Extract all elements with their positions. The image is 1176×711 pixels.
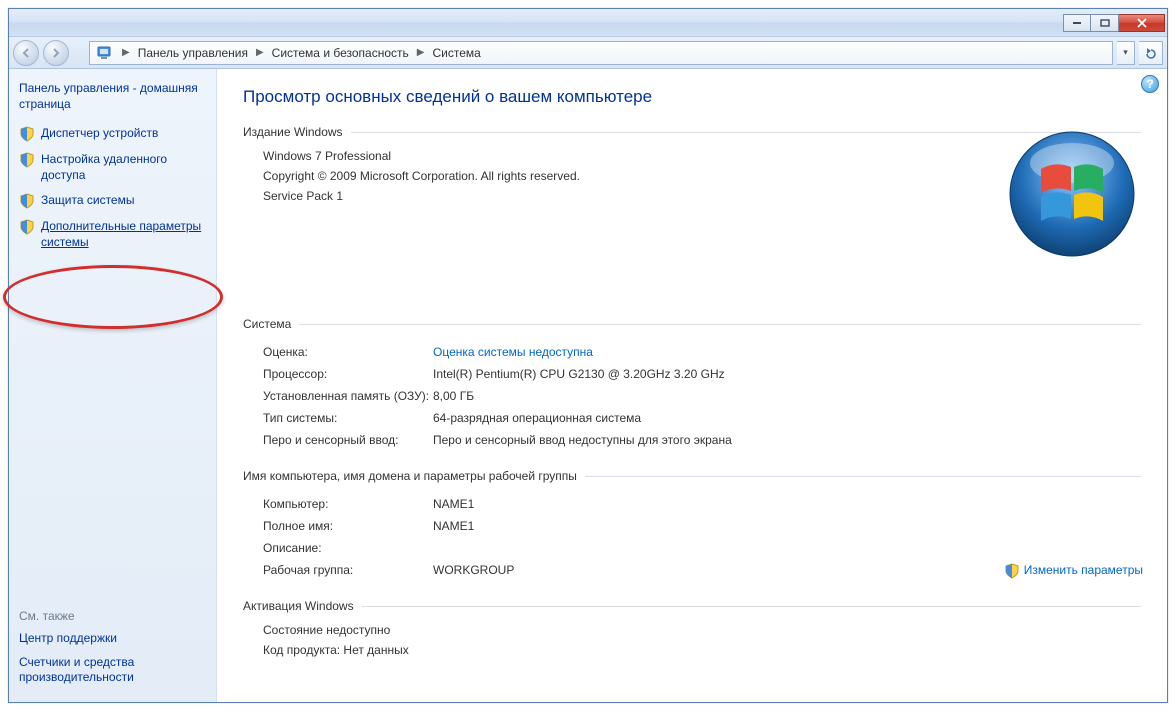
- breadcrumb-segment[interactable]: Система и безопасность: [268, 46, 413, 60]
- shield-icon: [19, 193, 35, 209]
- divider: [299, 324, 1141, 325]
- breadcrumb-segment[interactable]: Панель управления: [134, 46, 252, 60]
- breadcrumb-segment[interactable]: Система: [428, 46, 484, 60]
- value: NAME1: [433, 497, 1141, 511]
- sidebar-see-also: См. также Центр поддержки Счетчики и сре…: [19, 601, 206, 694]
- shield-icon: [19, 152, 35, 168]
- label: Процессор:: [263, 367, 433, 381]
- section-label: Система: [243, 317, 291, 331]
- row-rating: Оценка: Оценка системы недоступна: [243, 341, 1141, 363]
- divider: [362, 606, 1141, 607]
- control-panel-home-link[interactable]: Панель управления - домашняя страница: [19, 81, 206, 112]
- shield-icon: [19, 126, 35, 142]
- titlebar: [9, 9, 1167, 37]
- value: Перо и сенсорный ввод недоступны для это…: [433, 433, 1141, 447]
- control-panel-window: ▶ Панель управления ▶ Система и безопасн…: [8, 8, 1168, 703]
- activation-state: Состояние недоступно: [243, 623, 1141, 637]
- row-description: Описание:: [243, 537, 1141, 559]
- sidebar-item-device-manager[interactable]: Диспетчер устройств: [19, 126, 206, 142]
- section-label: Имя компьютера, имя домена и параметры р…: [243, 469, 577, 483]
- sidebar-item-system-protection[interactable]: Защита системы: [19, 193, 206, 209]
- chevron-right-icon: ▶: [252, 47, 268, 58]
- change-settings-link[interactable]: Изменить параметры: [1004, 563, 1143, 579]
- rating-link[interactable]: Оценка системы недоступна: [433, 345, 593, 359]
- section-system: Система: [243, 317, 1141, 331]
- breadcrumb[interactable]: ▶ Панель управления ▶ Система и безопасн…: [89, 41, 1113, 65]
- sidebar-item-advanced-system-settings[interactable]: Дополнительные параметры системы: [19, 219, 206, 250]
- address-bar-row: ▶ Панель управления ▶ Система и безопасн…: [9, 37, 1167, 69]
- shield-icon: [19, 219, 35, 235]
- address-dropdown-button[interactable]: ▾: [1117, 41, 1135, 65]
- row-pen-touch: Перо и сенсорный ввод: Перо и сенсорный …: [243, 429, 1141, 451]
- label: Описание:: [263, 541, 433, 555]
- value: [433, 541, 1141, 555]
- sidebar-link[interactable]: Диспетчер устройств: [41, 126, 158, 142]
- row-full-name: Полное имя: NAME1: [243, 515, 1141, 537]
- help-icon[interactable]: ?: [1141, 75, 1159, 93]
- see-also-action-center[interactable]: Центр поддержки: [19, 631, 206, 647]
- page-title: Просмотр основных сведений о вашем компь…: [243, 87, 1141, 107]
- sidebar-link[interactable]: Настройка удаленного доступа: [41, 152, 206, 183]
- section-activation: Активация Windows: [243, 599, 1141, 613]
- shield-icon: [1004, 563, 1020, 579]
- sidebar: Панель управления - домашняя страница Ди…: [9, 69, 217, 702]
- main-content: ? Просмотр основных сведений о вашем ком…: [217, 69, 1167, 702]
- nav-forward-button[interactable]: [43, 40, 69, 66]
- row-ram: Установленная память (ОЗУ): 8,00 ГБ: [243, 385, 1141, 407]
- chevron-right-icon: ▶: [413, 47, 429, 58]
- section-computer-name: Имя компьютера, имя домена и параметры р…: [243, 469, 1141, 483]
- windows-logo-icon: [1007, 129, 1137, 259]
- body: Панель управления - домашняя страница Ди…: [9, 69, 1167, 702]
- value: Intel(R) Pentium(R) CPU G2130 @ 3.20GHz …: [433, 367, 1141, 381]
- label: Тип системы:: [263, 411, 433, 425]
- chevron-right-icon: ▶: [118, 47, 134, 58]
- value: NAME1: [433, 519, 1141, 533]
- sidebar-link[interactable]: Дополнительные параметры системы: [41, 219, 206, 250]
- maximize-button[interactable]: [1091, 14, 1119, 32]
- label: Компьютер:: [263, 497, 433, 511]
- refresh-button[interactable]: [1139, 41, 1163, 65]
- see-also-performance[interactable]: Счетчики и средства производительности: [19, 655, 206, 686]
- change-settings-text[interactable]: Изменить параметры: [1024, 563, 1143, 579]
- section-label: Активация Windows: [243, 599, 354, 613]
- window-controls: [1063, 14, 1165, 32]
- label: Полное имя:: [263, 519, 433, 533]
- row-computer: Компьютер: NAME1: [243, 493, 1141, 515]
- value: 64-разрядная операционная система: [433, 411, 1141, 425]
- minimize-button[interactable]: [1063, 14, 1091, 32]
- see-also-header: См. также: [19, 609, 206, 623]
- row-system-type: Тип системы: 64-разрядная операционная с…: [243, 407, 1141, 429]
- nav-back-button[interactable]: [13, 40, 39, 66]
- close-button[interactable]: [1119, 14, 1165, 32]
- annotation-circle: [3, 265, 223, 329]
- row-processor: Процессор: Intel(R) Pentium(R) CPU G2130…: [243, 363, 1141, 385]
- sidebar-link[interactable]: Защита системы: [41, 193, 134, 209]
- divider: [585, 476, 1141, 477]
- sidebar-item-remote-settings[interactable]: Настройка удаленного доступа: [19, 152, 206, 183]
- label: Установленная память (ОЗУ):: [263, 389, 433, 403]
- system-icon: [96, 44, 114, 62]
- product-key: Код продукта: Нет данных: [243, 643, 1141, 657]
- value: 8,00 ГБ: [433, 389, 1141, 403]
- section-label: Издание Windows: [243, 125, 343, 139]
- label: Оценка:: [263, 345, 433, 359]
- label: Перо и сенсорный ввод:: [263, 433, 433, 447]
- label: Рабочая группа:: [263, 563, 433, 577]
